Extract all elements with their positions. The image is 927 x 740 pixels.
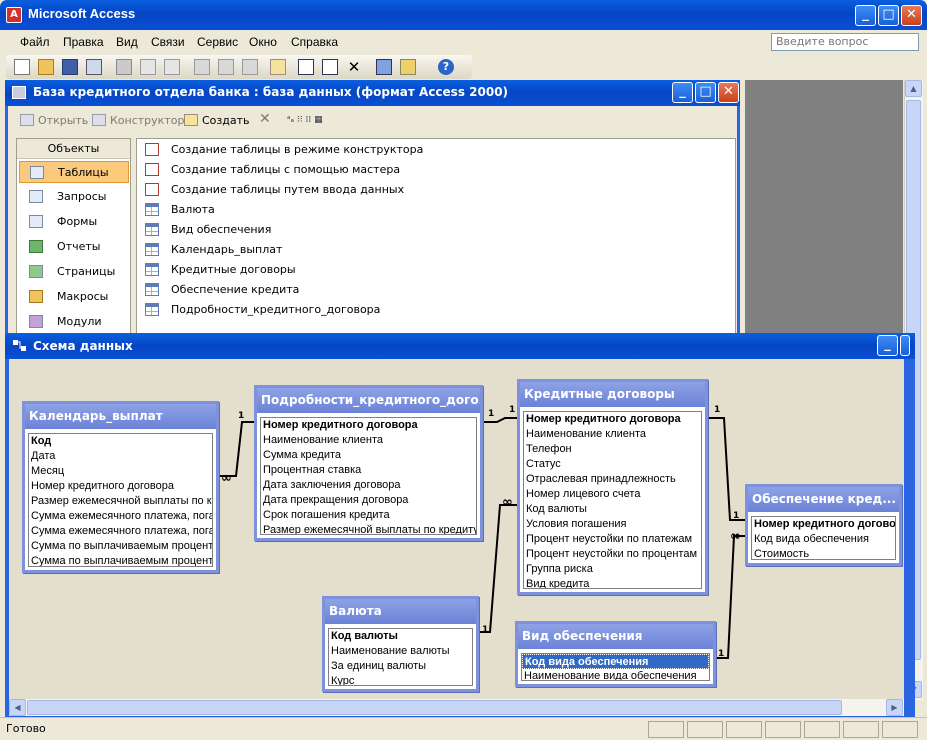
status-pane <box>648 721 684 738</box>
rel-one-label: 1 <box>488 409 494 419</box>
field-item[interactable]: Код <box>29 434 212 449</box>
field-item[interactable]: Отраслевая принадлежность <box>524 472 701 487</box>
status-pane <box>843 721 879 738</box>
field-item[interactable]: Наименование клиента <box>524 427 701 442</box>
rel-currency-contracts <box>478 504 519 633</box>
rel-sectype-security <box>714 535 746 659</box>
field-item[interactable]: Дата заключения договора <box>261 478 476 493</box>
field-item[interactable]: Сумма по выплачиваемым процентам <box>29 554 212 566</box>
field-item[interactable]: Дата <box>29 449 212 464</box>
status-pane <box>687 721 723 738</box>
field-item[interactable]: Группа риска <box>524 562 701 577</box>
table-currency[interactable]: Валюта Код валюты Наименование валюты За… <box>322 596 479 692</box>
field-item[interactable]: Условия погашения <box>524 517 701 532</box>
field-item[interactable]: Размер ежемесячной выплаты по кредиту <box>261 523 476 534</box>
status-text: Готово <box>6 722 46 735</box>
field-list: Номер кредитного договора Код вида обесп… <box>751 516 896 560</box>
status-pane <box>804 721 840 738</box>
rel-details-contracts <box>481 417 519 423</box>
field-item[interactable]: Номер кредитного договора <box>524 412 701 427</box>
field-item[interactable]: Стоимость <box>752 547 895 559</box>
status-pane <box>765 721 801 738</box>
rel-many-label: ∞ <box>221 471 232 486</box>
status-pane <box>882 721 918 738</box>
field-list: Код вида обеспечения Наименование вида о… <box>521 653 710 681</box>
field-list: Код Дата Месяц Номер кредитного договора… <box>28 433 213 567</box>
field-item[interactable]: Размер ежемесячной выплаты по кре <box>29 494 212 509</box>
table-title[interactable]: Календарь_выплат <box>25 404 216 429</box>
field-item[interactable]: Код вида обеспечения <box>752 532 895 547</box>
field-item[interactable]: Номер кредитного договора <box>752 517 895 532</box>
field-item[interactable]: За единиц валюты <box>329 659 472 674</box>
rel-many-label: ∞ <box>502 495 513 510</box>
table-calendar[interactable]: Календарь_выплат Код Дата Месяц Номер кр… <box>22 401 219 573</box>
field-item[interactable]: Наименование клиента <box>261 433 476 448</box>
rel-one-label: 1 <box>482 625 488 635</box>
table-credit-security[interactable]: Обеспечение кред... Номер кредитного дог… <box>745 484 902 566</box>
field-item-selected[interactable]: Код вида обеспечения <box>522 654 709 669</box>
field-item[interactable]: Месяц <box>29 464 212 479</box>
rel-one-label: 1 <box>509 405 515 415</box>
field-item[interactable]: Вид кредита <box>524 577 701 588</box>
field-item[interactable]: Процент неустойки по процентам <box>524 547 701 562</box>
rel-calendar-details <box>219 421 256 477</box>
rel-one-label: 1 <box>238 411 244 421</box>
status-bar: Готово <box>0 717 927 740</box>
field-item[interactable]: Статус <box>524 457 701 472</box>
field-list: Номер кредитного договора Наименование к… <box>260 417 477 535</box>
field-list: Код валюты Наименование валюты За единиц… <box>328 628 473 686</box>
rel-one-label: 1 <box>718 649 724 659</box>
rel-one-label: 1 <box>714 405 720 415</box>
status-pane <box>726 721 762 738</box>
field-item[interactable]: Сумма ежемесячного платежа, погаш <box>29 509 212 524</box>
field-item[interactable]: Код валюты <box>524 502 701 517</box>
field-item[interactable]: Сумма кредита <box>261 448 476 463</box>
field-list: Номер кредитного договора Наименование к… <box>523 411 702 589</box>
field-item[interactable]: Номер лицевого счета <box>524 487 701 502</box>
rel-one-label: 1 <box>733 511 739 521</box>
field-item[interactable]: Телефон <box>524 442 701 457</box>
field-item[interactable]: Процентная ставка <box>261 463 476 478</box>
field-item[interactable]: Курс <box>329 674 472 685</box>
table-title[interactable]: Подробности_кредитного_дого... <box>257 388 480 413</box>
field-item[interactable]: Срок погашения кредита <box>261 508 476 523</box>
field-item[interactable]: Дата прекращения договора <box>261 493 476 508</box>
field-item[interactable]: Код валюты <box>329 629 472 644</box>
field-item[interactable]: Наименование вида обеспечения <box>522 669 709 680</box>
table-title[interactable]: Обеспечение кред... <box>748 487 899 512</box>
field-item[interactable]: Сумма по выплачиваемым процентам <box>29 539 212 554</box>
table-title[interactable]: Валюта <box>325 599 476 624</box>
rel-contracts-security <box>706 417 746 521</box>
field-item[interactable]: Наименование валюты <box>329 644 472 659</box>
table-title[interactable]: Вид обеспечения <box>518 624 713 649</box>
table-credit-contracts[interactable]: Кредитные договоры Номер кредитного дого… <box>517 379 708 595</box>
table-contract-details[interactable]: Подробности_кредитного_дого... Номер кре… <box>254 385 483 541</box>
field-item[interactable]: Номер кредитного договора <box>29 479 212 494</box>
rel-many-label: ∞ <box>730 529 741 544</box>
table-security-type[interactable]: Вид обеспечения Код вида обеспечения Наи… <box>515 621 716 687</box>
field-item[interactable]: Процент неустойки по платежам <box>524 532 701 547</box>
table-title[interactable]: Кредитные договоры <box>520 382 705 407</box>
field-item[interactable]: Сумма ежемесячного платежа, погаш <box>29 524 212 539</box>
field-item[interactable]: Номер кредитного договора <box>261 418 476 433</box>
